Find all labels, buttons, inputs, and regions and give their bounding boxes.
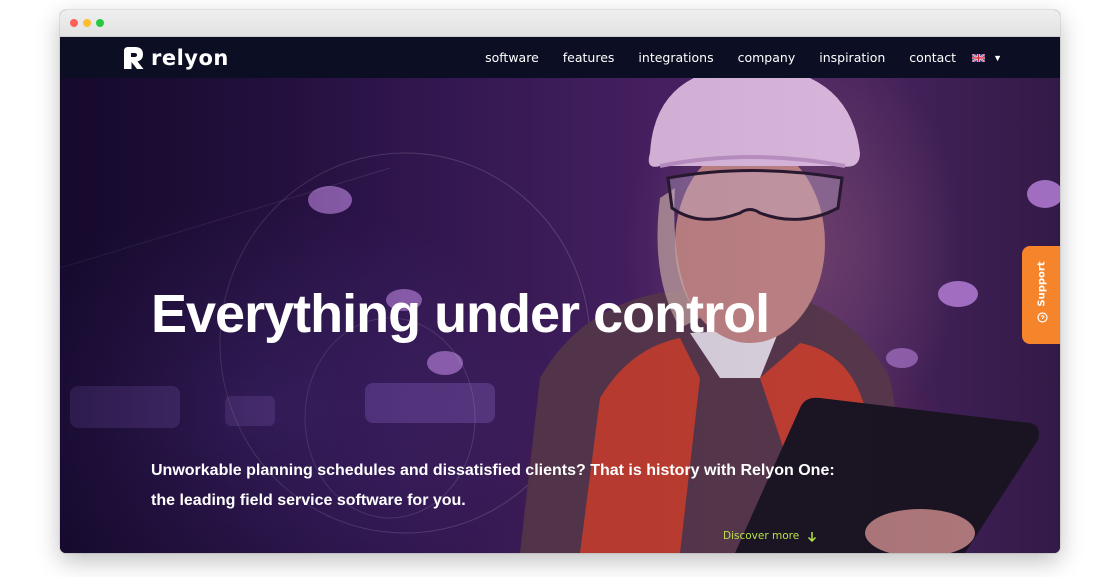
uk-flag-icon [972,53,986,62]
nav-item-contact[interactable]: contact [909,50,956,65]
support-tab[interactable]: Support [1022,246,1060,344]
minimize-window-button[interactable] [83,19,91,27]
caret-down-icon: ▼ [993,52,1002,63]
discover-more-link[interactable]: Discover more [723,530,817,542]
browser-titlebar [60,10,1060,37]
hero-section: Everything under control Unworkable plan… [60,78,1060,553]
nav-item-features[interactable]: features [563,50,615,65]
arrow-down-icon [808,531,817,542]
hero-subtitle: Unworkable planning schedules and dissat… [151,462,835,509]
relyon-logo-icon [124,47,144,69]
browser-window: relyon software features integrations co… [60,10,1060,553]
nav-item-integrations[interactable]: integrations [638,50,713,65]
nav-item-company[interactable]: company [738,50,796,65]
relyon-logo[interactable]: relyon [122,44,229,72]
maximize-window-button[interactable] [96,19,104,27]
close-window-button[interactable] [70,19,78,27]
nav-item-software[interactable]: software [485,50,539,65]
top-navigation: relyon software features integrations co… [60,37,1060,78]
chat-icon [1037,312,1048,323]
main-menu: software features integrations company i… [461,37,1002,78]
brand-name: relyon [151,46,229,70]
hero-title: Everything under control [151,284,770,344]
discover-more-label: Discover more [723,530,800,542]
language-switcher[interactable]: ▼ [972,53,1002,63]
nav-item-inspiration[interactable]: inspiration [819,50,885,65]
support-label: Support [1036,261,1048,307]
